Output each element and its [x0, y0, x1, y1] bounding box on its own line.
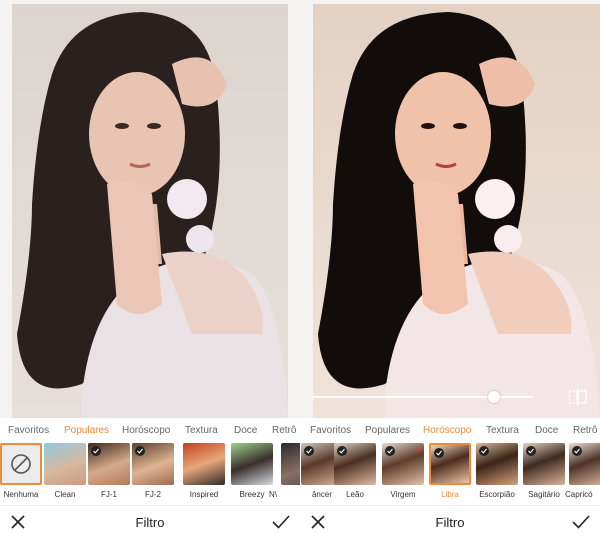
tab-populares[interactable]: Populares — [64, 425, 109, 436]
filter-thumb-nenhuma[interactable]: Nenhuma — [0, 443, 42, 499]
filter-thumb-escorpiao[interactable]: Escorpião — [476, 443, 518, 499]
thumb-image — [281, 443, 300, 485]
filter-thumbnail-strip: Nenhuma Clean FJ-1 FJ-2 Inspired Breezy — [0, 443, 300, 501]
check-icon[interactable] — [572, 514, 590, 530]
portrait-photo — [12, 4, 288, 418]
filter-thumb-partial[interactable]: N\ — [269, 443, 300, 499]
check-badge-icon — [91, 446, 101, 456]
thumb-image: ♥ — [382, 443, 424, 485]
tab-favoritos[interactable]: Favoritos — [8, 425, 49, 436]
screen-title: Filtro — [135, 515, 165, 530]
bottom-bar: Filtro — [0, 505, 300, 539]
filter-thumb-capricornio[interactable]: Capricó — [565, 443, 600, 499]
filter-thumb-virgem[interactable]: ♥ Virgem — [382, 443, 424, 499]
tab-retro[interactable]: Retrô — [272, 425, 296, 436]
thumb-image — [231, 443, 273, 485]
thumb-label: FJ-2 — [145, 490, 161, 499]
heart-icon: ♥ — [416, 445, 421, 454]
filter-intensity-slider[interactable] — [313, 390, 533, 404]
photo-canvas — [313, 4, 600, 418]
thumb-image — [44, 443, 86, 485]
thumb-image — [429, 443, 471, 485]
thumb-image — [334, 443, 376, 485]
thumb-image — [569, 443, 600, 485]
thumb-image — [0, 443, 42, 485]
check-badge-icon — [434, 448, 444, 458]
thumb-label: Sagitário — [528, 490, 560, 499]
thumb-label: Capricó — [565, 490, 593, 499]
filter-thumb-libra[interactable]: Libra — [429, 443, 471, 499]
thumb-label: Libra — [441, 490, 459, 499]
filter-thumb-leao[interactable]: Leão — [334, 443, 376, 499]
right-panel: Favoritos Populares Horóscopo Textura Do… — [300, 0, 600, 539]
tab-doce[interactable]: Doce — [234, 425, 257, 436]
filter-category-tabs: Favoritos Populares Horóscopo Textura Do… — [300, 423, 600, 441]
thumb-image — [183, 443, 225, 485]
photo-preview-original — [0, 0, 300, 418]
filter-thumb-clean[interactable]: Clean — [44, 443, 86, 499]
tab-textura[interactable]: Textura — [486, 425, 519, 436]
filter-thumb-breezy[interactable]: Breezy — [231, 443, 273, 499]
filter-thumb-fj-2[interactable]: FJ-2 — [132, 443, 174, 499]
thumb-image — [476, 443, 518, 485]
slider-knob[interactable] — [487, 391, 500, 403]
tab-favoritos[interactable]: Favoritos — [310, 425, 351, 436]
check-badge-icon — [479, 446, 489, 456]
thumb-image — [88, 443, 130, 485]
check-badge-icon — [526, 446, 536, 456]
bottom-bar: Filtro — [300, 505, 600, 539]
tab-doce[interactable]: Doce — [535, 425, 558, 436]
left-panel: Favoritos Populares Horóscopo Textura Do… — [0, 0, 300, 539]
none-icon — [11, 454, 31, 474]
check-badge-icon — [385, 446, 395, 456]
thumb-image — [523, 443, 565, 485]
thumb-label: Leão — [346, 490, 364, 499]
photo-canvas — [12, 4, 288, 418]
photo-preview-filtered — [300, 0, 600, 418]
check-badge-icon — [337, 446, 347, 456]
check-badge-icon — [135, 446, 145, 456]
thumb-image — [132, 443, 174, 485]
thumb-label: N\ — [269, 490, 277, 499]
tab-textura[interactable]: Textura — [185, 425, 218, 436]
tab-retro[interactable]: Retrô — [573, 425, 597, 436]
check-badge-icon — [304, 446, 314, 456]
filter-thumb-sagitario[interactable]: Sagitário — [523, 443, 565, 499]
thumb-label: Virgem — [390, 490, 416, 499]
thumb-label: Inspired — [189, 490, 219, 499]
slider-track — [313, 396, 533, 398]
compare-icon[interactable] — [568, 388, 588, 406]
tab-populares[interactable]: Populares — [365, 425, 410, 436]
tab-horoscopo[interactable]: Horóscopo — [122, 425, 170, 436]
portrait-photo — [313, 4, 600, 418]
filter-category-tabs: Favoritos Populares Horóscopo Textura Do… — [0, 423, 300, 441]
screen-title: Filtro — [435, 515, 465, 530]
filter-thumb-fj-1[interactable]: FJ-1 — [88, 443, 130, 499]
filter-thumb-inspired[interactable]: Inspired — [183, 443, 225, 499]
thumb-label: Escorpião — [479, 490, 515, 499]
check-badge-icon — [572, 446, 582, 456]
filter-thumbnail-strip: âncer Leão ♥ Virgem Libra Escorpião Sagi… — [300, 443, 600, 501]
tab-horoscopo[interactable]: Horóscopo — [423, 425, 471, 436]
check-icon[interactable] — [272, 514, 290, 530]
